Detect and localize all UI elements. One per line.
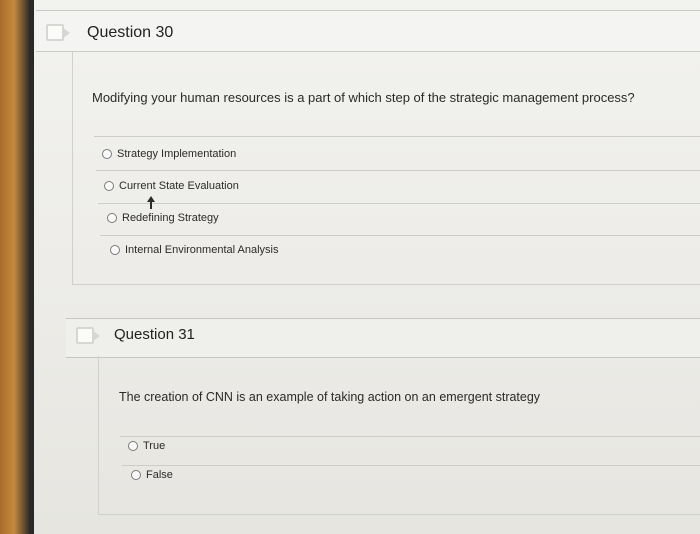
option-label: Strategy Implementation [117, 148, 237, 160]
option-divider [122, 465, 700, 466]
option-label: False [146, 469, 173, 481]
question-31-title: Question 31 [114, 326, 195, 343]
question-31-prompt: The creation of CNN is an example of tak… [119, 390, 541, 404]
radio-button[interactable] [102, 149, 112, 159]
option-divider [96, 170, 700, 171]
option-divider [98, 203, 700, 204]
option-divider [94, 136, 700, 137]
option-divider [100, 235, 700, 236]
radio-button[interactable] [131, 470, 141, 480]
question-30-prompt: Modifying your human resources is a part… [92, 90, 635, 105]
option-current-state-evaluation[interactable]: Current State Evaluation [104, 180, 239, 192]
radio-button[interactable] [107, 213, 117, 223]
radio-button[interactable] [110, 245, 120, 255]
option-redefining-strategy[interactable]: Redefining Strategy [107, 212, 219, 224]
option-label: True [143, 440, 166, 452]
option-label: Internal Environmental Analysis [125, 244, 279, 256]
option-label: Current State Evaluation [119, 180, 239, 192]
flag-icon[interactable] [46, 24, 70, 41]
mouse-pointer-icon [147, 196, 155, 209]
flag-icon[interactable] [76, 327, 100, 344]
option-internal-environmental-analysis[interactable]: Internal Environmental Analysis [110, 244, 278, 256]
option-strategy-implementation[interactable]: Strategy Implementation [102, 148, 236, 160]
option-divider [120, 436, 700, 437]
option-label: Redefining Strategy [122, 212, 219, 224]
question-30-title: Question 30 [87, 24, 174, 41]
radio-button[interactable] [104, 181, 114, 191]
option-true[interactable]: True [128, 440, 165, 452]
radio-button[interactable] [128, 441, 138, 451]
option-false[interactable]: False [131, 469, 173, 481]
